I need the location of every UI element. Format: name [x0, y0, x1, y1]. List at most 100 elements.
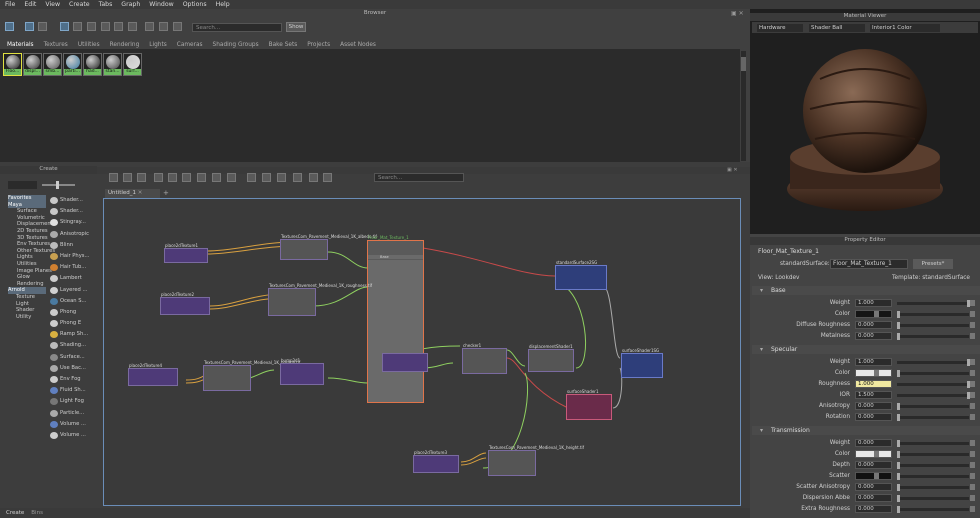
material-swatch[interactable]: stan... — [103, 53, 122, 76]
slider-handle[interactable] — [897, 495, 900, 502]
node-place2d-checker[interactable] — [382, 353, 428, 372]
editor-tool-icon[interactable] — [123, 173, 132, 182]
tab-materials[interactable]: Materials — [7, 42, 34, 48]
slider-handle[interactable] — [897, 473, 900, 480]
property-slider[interactable] — [897, 473, 969, 480]
slider-handle[interactable] — [897, 506, 900, 513]
menu-item-help[interactable]: Help — [216, 1, 230, 8]
shader-list-item[interactable]: Use Bac... — [48, 363, 90, 374]
editor-tool-icon[interactable] — [168, 173, 177, 182]
map-button-icon[interactable] — [970, 370, 975, 376]
property-slider[interactable] — [897, 462, 969, 469]
tree-item-other-textures[interactable]: Other Textures — [8, 248, 55, 255]
layout-icon[interactable] — [5, 22, 14, 31]
presets-button[interactable]: Presets* — [913, 259, 953, 269]
tree-item-arnold[interactable]: Arnold — [8, 287, 46, 294]
map-button-icon[interactable] — [970, 403, 975, 409]
tree-item-glow[interactable]: Glow — [8, 274, 46, 281]
map-button-icon[interactable] — [970, 311, 975, 317]
tab-textures[interactable]: Textures — [44, 42, 68, 48]
editor-tool-icon[interactable] — [309, 173, 318, 182]
map-button-icon[interactable] — [970, 392, 975, 398]
list-view-icon[interactable] — [38, 22, 47, 31]
map-button-icon[interactable] — [970, 381, 975, 387]
map-button-icon[interactable] — [970, 414, 975, 420]
tab-lights[interactable]: Lights — [149, 42, 167, 48]
close-tab-icon[interactable]: ✕ — [138, 190, 143, 196]
shader-list-item[interactable]: Volume ... — [48, 419, 90, 430]
create-shader-list[interactable]: Shader... Shader... Stingray... Anisotropic… — [48, 195, 90, 441]
node-place2d1[interactable]: place2dTexture1 — [164, 243, 208, 263]
tree-item-favorites[interactable]: Favorites — [8, 195, 46, 202]
property-value-field[interactable]: 1.500 — [855, 391, 892, 399]
property-value-field[interactable]: 0.000 — [855, 439, 892, 447]
property-slider[interactable] — [897, 484, 969, 491]
shader-list-item[interactable]: Particle... — [48, 408, 90, 419]
slider-handle[interactable] — [897, 311, 900, 318]
add-tab-icon[interactable]: + — [163, 189, 169, 197]
slider-handle[interactable] — [897, 440, 900, 447]
shader-list-item[interactable]: Shading... — [48, 340, 90, 351]
node-floor-material[interactable]: Floor_Mat_Texture_1BaseBase ColorDiffuse… — [367, 235, 424, 403]
section-specular[interactable]: Specular — [752, 345, 980, 354]
environment-dropdown[interactable]: Interior1 Color — [870, 24, 940, 32]
node-displacement[interactable]: displacementShader1 — [528, 344, 574, 372]
node-surface-shader[interactable]: surfaceShader1 — [566, 389, 612, 420]
editor-tool-icon[interactable] — [293, 173, 302, 182]
map-button-icon[interactable] — [970, 495, 975, 501]
property-value-field[interactable]: 1.000 — [855, 380, 892, 388]
shader-list-item[interactable]: Shader... — [48, 206, 90, 217]
node-surface-sg[interactable]: surfaceShader1SG — [621, 348, 663, 378]
property-slider[interactable] — [897, 300, 970, 307]
slider-handle[interactable] — [897, 403, 900, 410]
tree-item-image-planes[interactable]: Image Planes — [8, 268, 52, 275]
tree-item-shader[interactable]: Shader — [8, 307, 46, 314]
sort-time-icon[interactable] — [101, 22, 110, 31]
create-category-tree[interactable]: Favorites Maya Surface Volumetric Displaceme… — [8, 195, 55, 321]
renderer-dropdown[interactable]: Hardware — [757, 24, 803, 32]
editor-tool-icon[interactable] — [227, 173, 236, 182]
menu-item-view[interactable]: View — [45, 1, 60, 8]
input-connections-icon[interactable] — [159, 22, 168, 31]
menu-item-window[interactable]: Window — [149, 1, 173, 8]
color-picker-icon[interactable] — [874, 311, 879, 317]
tab-bins[interactable]: Bins — [31, 510, 43, 516]
property-slider[interactable] — [897, 370, 969, 377]
shader-list-item[interactable]: Lambert — [48, 273, 90, 284]
property-slider[interactable] — [897, 440, 969, 447]
color-picker-icon[interactable] — [874, 473, 879, 479]
node-checker[interactable]: checker1 — [462, 343, 507, 374]
tree-item-displacement[interactable]: Displacement — [8, 221, 53, 228]
tab-rendering[interactable]: Rendering — [110, 42, 140, 48]
browser-search-input[interactable]: Search... — [192, 23, 282, 32]
tab-shading-groups[interactable]: Shading Groups — [213, 42, 259, 48]
material-swatch[interactable]: surf... — [123, 53, 142, 76]
node-height-texture[interactable]: TexturesCom_Pavement_Medieval_1K_height.… — [488, 445, 584, 476]
slider-handle[interactable] — [897, 370, 900, 377]
property-slider[interactable] — [897, 506, 969, 513]
map-button-icon[interactable] — [970, 462, 975, 468]
sort-name-icon[interactable] — [73, 22, 82, 31]
browser-scrollbar[interactable] — [741, 51, 746, 161]
tree-item-volumetric[interactable]: Volumetric — [8, 215, 46, 222]
shader-list-item[interactable]: Shader... — [48, 195, 90, 206]
tree-item-utilities[interactable]: Utilities — [8, 261, 46, 268]
create-search-input[interactable] — [8, 181, 37, 189]
map-button-icon[interactable] — [970, 484, 975, 490]
node-normal-texture[interactable]: TexturesCom_Pavement_Medieval_1K_normal.… — [203, 360, 300, 391]
property-value-field[interactable]: 0.000 — [855, 402, 892, 410]
node-place2d2[interactable]: place2dTexture2 — [160, 292, 210, 315]
tree-item-2d-textures[interactable]: 2D Textures — [8, 228, 48, 235]
node-place2d3[interactable]: place2dTexture3 — [413, 450, 459, 473]
tree-item-utility[interactable]: Utility — [8, 314, 46, 321]
property-slider[interactable] — [897, 381, 970, 388]
shape-dropdown[interactable]: Shader Ball — [809, 24, 865, 32]
property-value-field[interactable]: 0.000 — [855, 332, 892, 340]
section-transmission[interactable]: Transmission — [752, 426, 980, 435]
color-picker-icon[interactable] — [874, 451, 879, 457]
menu-item-file[interactable]: File — [5, 1, 15, 8]
node-name-input[interactable]: Floor_Mat_Texture_1 — [830, 259, 908, 269]
material-swatch[interactable]: smb... — [43, 53, 62, 76]
tree-item-lights[interactable]: Lights — [8, 254, 46, 261]
tree-item-light[interactable]: Light — [8, 301, 46, 308]
